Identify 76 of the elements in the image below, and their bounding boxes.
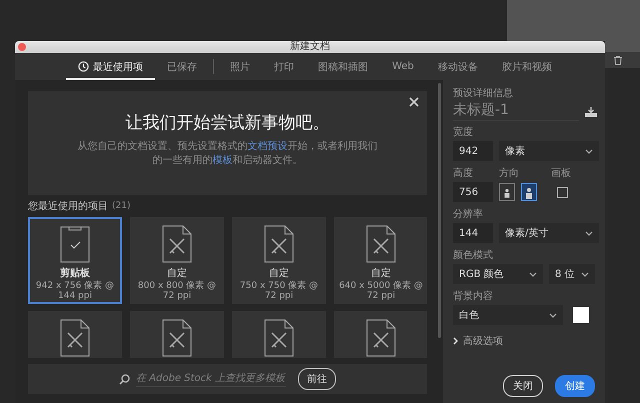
document-pencil-icon xyxy=(60,319,90,357)
field-label: 宽度 xyxy=(453,127,474,139)
close-button[interactable] xyxy=(409,97,419,107)
recent-document-card[interactable]: 自定 640 x 5000 像素 @ 72 ppi xyxy=(334,217,427,304)
bit-depth-dropdown[interactable]: 8 位 xyxy=(549,264,595,284)
field-label: 预设详细信息 xyxy=(453,88,514,100)
card-title: 剪贴板 xyxy=(60,266,90,280)
window-title: 新建文档 xyxy=(290,41,330,53)
portrait-orientation-button[interactable] xyxy=(499,183,515,201)
field-label: 分辨率 xyxy=(453,209,484,221)
clock-icon xyxy=(78,61,90,72)
chevron-down-icon xyxy=(585,148,593,154)
chevron-down-icon xyxy=(529,272,537,276)
close-window-button[interactable] xyxy=(18,43,26,51)
text-link[interactable]: 文档预设 xyxy=(248,141,288,152)
recent-document-card[interactable]: 自定 800 x 800 像素 @ 72 ppi xyxy=(130,217,224,304)
color-mode-dropdown[interactable]: RGB 颜色 xyxy=(453,264,543,284)
create-button[interactable]: 创建 xyxy=(555,375,595,397)
recent-document-card[interactable]: 剪贴板 942 x 756 像素 @ 144 ppi xyxy=(28,217,122,304)
category-tab[interactable]: 已保存 xyxy=(155,53,210,80)
save-preset-icon[interactable] xyxy=(585,106,597,116)
document-pencil-icon xyxy=(162,319,192,357)
width-field[interactable]: 942 xyxy=(453,141,493,161)
search-icon xyxy=(119,374,130,384)
field-label: 方向 xyxy=(499,168,520,180)
card-title: 自定 xyxy=(269,266,289,280)
card-title: 自定 xyxy=(371,266,391,280)
document-pencil-icon xyxy=(366,319,396,357)
chevron-down-icon xyxy=(585,230,593,236)
chevron-down-icon xyxy=(549,312,557,318)
document-pencil-icon xyxy=(366,225,396,263)
text-link[interactable]: 模板 xyxy=(212,155,232,166)
trash-icon[interactable] xyxy=(614,56,622,64)
field-label: 背景内容 xyxy=(453,291,494,303)
chevron-down-icon xyxy=(581,272,589,276)
height-field[interactable]: 756 xyxy=(453,182,493,202)
section-heading: 您最近使用的项目 xyxy=(28,200,108,213)
landscape-orientation-button[interactable] xyxy=(521,183,537,201)
unit-dropdown[interactable]: 像素/英寸 xyxy=(499,223,599,243)
item-count: (21) xyxy=(112,201,130,211)
advanced-options-toggle[interactable]: 高级选项 xyxy=(453,334,601,348)
document-pencil-icon xyxy=(162,225,192,263)
card-detail: 640 x 5000 像素 @ 72 ppi xyxy=(338,281,424,301)
close-icon xyxy=(409,97,419,107)
background-swatch[interactable] xyxy=(573,307,589,323)
document-name-field[interactable]: 未标题-1 xyxy=(453,102,579,121)
welcome-text: 从您自己的文档设置、预先设置格式的文档预设开始，或者利用我们的一些有用的模板和启动器文件。 xyxy=(78,140,378,168)
category-tab[interactable]: 最近使用项 xyxy=(66,53,156,80)
category-tab[interactable]: 打印 xyxy=(262,53,306,80)
search-field[interactable]: 在 Adobe Stock 上查找更多模板 xyxy=(136,371,286,387)
field-label: 颜色模式 xyxy=(453,250,494,262)
clipboard-check-icon xyxy=(60,225,90,263)
category-tab[interactable]: 图稿和插图 xyxy=(306,53,380,80)
background-dropdown[interactable]: 白色 xyxy=(453,305,563,325)
card-detail: 800 x 800 像素 @ 72 ppi xyxy=(136,281,218,301)
card-detail: 942 x 756 像素 @ 144 ppi xyxy=(34,281,116,301)
field-label: 高度 xyxy=(453,168,474,180)
chevron-icon xyxy=(453,337,459,345)
category-tab[interactable]: 胶片和视频 xyxy=(490,53,564,80)
field-label: 画板 xyxy=(551,168,572,180)
category-tab[interactable]: 移动设备 xyxy=(426,53,490,80)
card-title: 自定 xyxy=(167,266,187,280)
document-pencil-icon xyxy=(264,225,294,263)
category-tab[interactable]: Web xyxy=(380,53,426,80)
category-tab[interactable]: 照片 xyxy=(218,53,262,80)
card-detail: 750 x 750 像素 @ 72 ppi xyxy=(238,281,320,301)
artboard-checkbox[interactable] xyxy=(557,186,568,198)
person-icon xyxy=(503,187,511,199)
go-button[interactable]: 前往 xyxy=(298,368,336,390)
document-pencil-icon xyxy=(264,319,294,357)
person-icon xyxy=(524,187,534,199)
unit-dropdown[interactable]: 像素 xyxy=(499,141,599,161)
close-button[interactable]: 关闭 xyxy=(503,375,543,397)
recent-document-card[interactable]: 自定 750 x 750 像素 @ 72 ppi xyxy=(232,217,326,304)
welcome-title: 让我们开始尝试新事物吧。 xyxy=(126,112,330,134)
resolution-field[interactable]: 144 xyxy=(453,223,493,243)
